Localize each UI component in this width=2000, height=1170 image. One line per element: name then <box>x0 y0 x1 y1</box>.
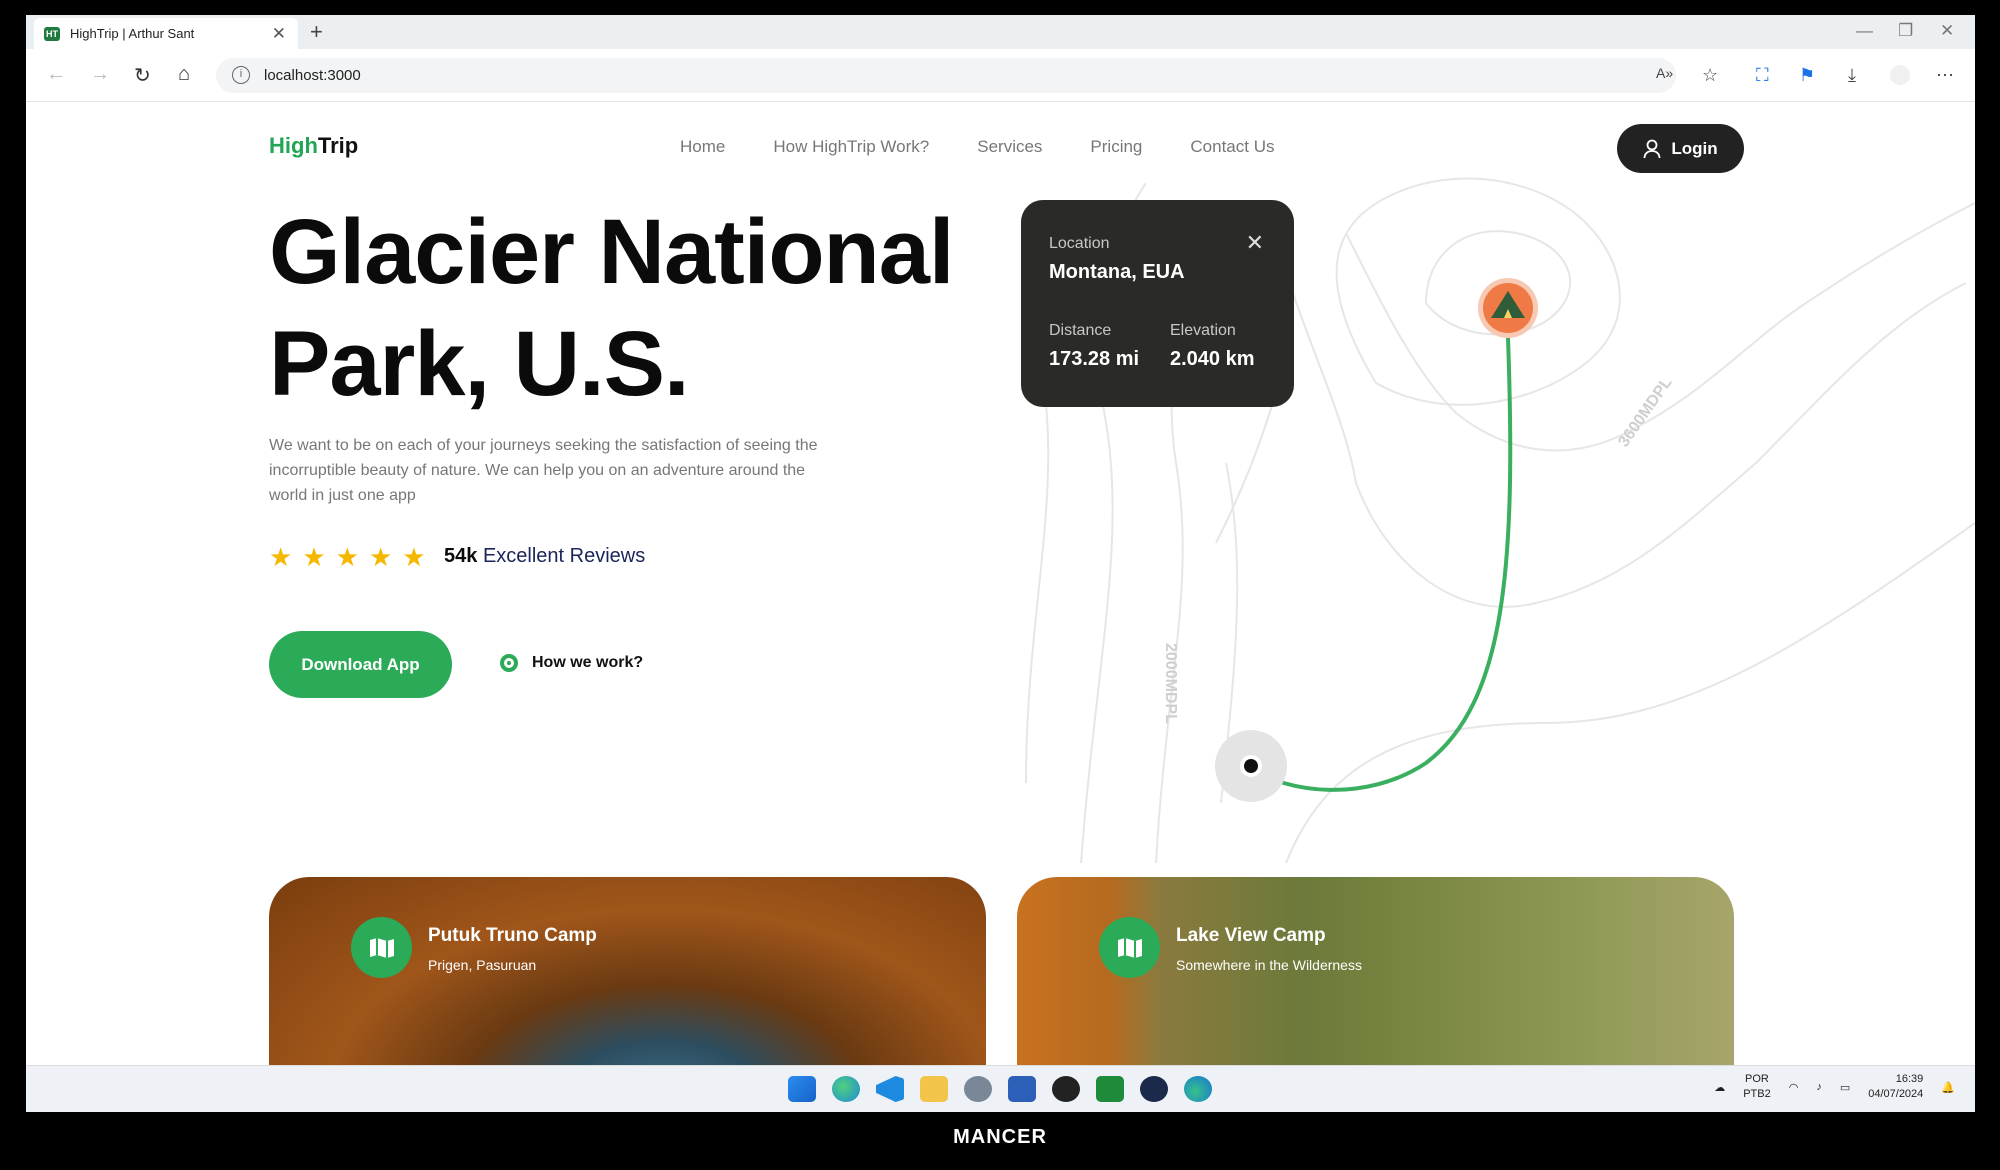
main-nav: Home How HighTrip Work? Services Pricing… <box>680 137 1274 157</box>
tab-title: HighTrip | Arthur Sant <box>70 26 195 41</box>
camp-pin-icon[interactable] <box>1478 278 1538 338</box>
star-icon: ★ <box>368 542 393 572</box>
more-menu-icon[interactable]: ⋯ <box>1936 65 1954 86</box>
star-icon: ★ <box>302 542 326 572</box>
webpage: HighTrip Home How HighTrip Work? Service… <box>26 103 1975 1065</box>
card-subtitle: Prigen, Pasuruan <box>428 957 537 973</box>
distance-value: 173.28 mi <box>1049 348 1140 370</box>
location-popup: Location Montana, EUA ✕ Distance 173.28 … <box>1021 200 1294 407</box>
github-desktop-icon[interactable] <box>1052 1076 1080 1102</box>
contour-label-2000: 2000MDPL <box>1162 643 1179 724</box>
nav-pricing[interactable]: Pricing <box>1090 137 1142 157</box>
forward-icon[interactable]: → <box>90 63 110 86</box>
location-label: Location <box>1049 235 1110 252</box>
route-line <box>1250 337 1513 792</box>
language-indicator[interactable]: POR PTB2 <box>1743 1072 1771 1102</box>
os-taskbar: ☁ POR PTB2 ◠ ♪ ▭ 16:39 04/07/2024 🔔 <box>26 1065 1975 1112</box>
edge-dev-icon[interactable] <box>832 1076 860 1102</box>
clock[interactable]: 16:39 04/07/2024 <box>1868 1072 1923 1102</box>
home-icon[interactable]: ⌂ <box>178 63 190 86</box>
lang-line-1: POR <box>1745 1073 1769 1085</box>
star-icon: ★ <box>269 542 293 572</box>
how-we-work-link[interactable]: How we work? <box>500 654 643 672</box>
profile-icon[interactable] <box>1890 65 1910 85</box>
star-icon: ★ <box>335 542 359 572</box>
vscode-icon[interactable] <box>876 1076 904 1102</box>
screenshot-icon[interactable]: ⛶ <box>1756 65 1769 86</box>
minimize-icon[interactable]: — <box>1856 21 1873 41</box>
store-icon[interactable] <box>1008 1076 1036 1102</box>
edge-icon[interactable] <box>1184 1076 1212 1102</box>
lang-line-2: PTB2 <box>1743 1088 1771 1100</box>
how-label: How we work? <box>532 654 644 671</box>
contour-label-3600: 3600MDPL <box>1615 374 1675 450</box>
battery-icon[interactable]: ▭ <box>1840 1081 1850 1094</box>
hero-title-line-1: Glacier National <box>269 201 954 303</box>
browser-tab[interactable]: HT HighTrip | Arthur Sant ✕ <box>34 18 298 49</box>
reload-icon[interactable]: ↻ <box>134 63 151 88</box>
rating-stars: ★ ★ ★ ★ ★ <box>269 542 426 573</box>
system-tray: ☁ POR PTB2 ◠ ♪ ▭ 16:39 04/07/2024 🔔 <box>1714 1072 1955 1102</box>
card-title: Putuk Truno Camp <box>428 925 597 946</box>
clock-time: 16:39 <box>1895 1073 1924 1085</box>
close-window-icon[interactable]: ✕ <box>1940 21 1954 41</box>
onedrive-icon[interactable]: ☁ <box>1714 1081 1725 1094</box>
start-menu-icon[interactable] <box>788 1076 816 1102</box>
start-marker-dot[interactable] <box>1244 759 1258 773</box>
nav-contact[interactable]: Contact Us <box>1190 137 1274 157</box>
distance-label: Distance <box>1049 322 1112 339</box>
download-app-button[interactable]: Download App <box>269 631 452 698</box>
tab-strip: HT HighTrip | Arthur Sant ✕ + — ❐ ✕ <box>26 15 1975 49</box>
favicon-icon: HT <box>44 26 60 41</box>
file-explorer-icon[interactable] <box>920 1076 948 1102</box>
hero-title-line-2: Park, U.S. <box>269 313 690 415</box>
reviews-count: 54k <box>444 545 478 567</box>
nav-services[interactable]: Services <box>977 137 1042 157</box>
volume-icon[interactable]: ♪ <box>1816 1081 1822 1093</box>
new-tab-icon[interactable]: + <box>310 19 323 45</box>
login-label: Login <box>1671 138 1718 158</box>
camp-card-lake-view[interactable]: Lake View Camp Somewhere in the Wilderne… <box>1017 877 1734 1065</box>
play-icon <box>500 654 518 672</box>
close-popup-icon[interactable]: ✕ <box>1246 230 1264 256</box>
url-text: localhost:3000 <box>264 67 361 84</box>
address-bar: ← → ↻ ⌂ i localhost:3000 A» ☆ ⛶ ⚑ ⤓ ⋯ <box>26 49 1975 102</box>
map-icon <box>1099 917 1160 978</box>
camp-card-putuk-truno[interactable]: Putuk Truno Camp Prigen, Pasuruan <box>269 877 986 1065</box>
restore-icon[interactable]: ❐ <box>1898 21 1913 41</box>
card-title: Lake View Camp <box>1176 925 1326 946</box>
elevation-label: Elevation <box>1170 322 1236 339</box>
user-icon <box>1643 139 1661 158</box>
close-tab-icon[interactable]: ✕ <box>272 24 286 44</box>
xbox-icon[interactable] <box>1096 1076 1124 1102</box>
browser-window: HT HighTrip | Arthur Sant ✕ + — ❐ ✕ ← → … <box>26 15 1975 1112</box>
site-logo[interactable]: HighTrip <box>269 133 358 159</box>
back-icon[interactable]: ← <box>46 63 66 86</box>
card-subtitle: Somewhere in the Wilderness <box>1176 957 1362 973</box>
elevation-value: 2.040 km <box>1170 348 1255 370</box>
wifi-icon[interactable]: ◠ <box>1789 1081 1799 1094</box>
nav-how-it-works[interactable]: How HighTrip Work? <box>773 137 929 157</box>
settings-gear-icon[interactable] <box>964 1076 992 1102</box>
reviews-summary: 54k Excellent Reviews <box>444 545 645 568</box>
reviews-label: Excellent Reviews <box>482 545 646 567</box>
steam-icon[interactable] <box>1140 1076 1168 1102</box>
hero-title: Glacier National Park, U.S. <box>269 196 1029 420</box>
translate-icon[interactable]: ⚑ <box>1799 65 1815 86</box>
site-info-icon[interactable]: i <box>232 66 250 84</box>
downloads-icon[interactable]: ⤓ <box>1848 65 1856 86</box>
clock-date: 04/07/2024 <box>1868 1088 1924 1100</box>
map-icon <box>351 917 412 978</box>
notification-bell-icon[interactable]: 🔔 <box>1941 1081 1955 1094</box>
location-value: Montana, EUA <box>1049 261 1185 283</box>
hero-description: We want to be on each of your journeys s… <box>269 437 818 504</box>
nav-home[interactable]: Home <box>680 137 725 157</box>
favorite-star-icon[interactable]: ☆ <box>1702 65 1718 86</box>
watermark-brand: MANCER <box>953 1126 1047 1148</box>
url-field[interactable]: i localhost:3000 <box>216 58 1676 93</box>
read-aloud-icon[interactable]: A» <box>1656 65 1673 81</box>
star-icon: ★ <box>402 542 426 572</box>
